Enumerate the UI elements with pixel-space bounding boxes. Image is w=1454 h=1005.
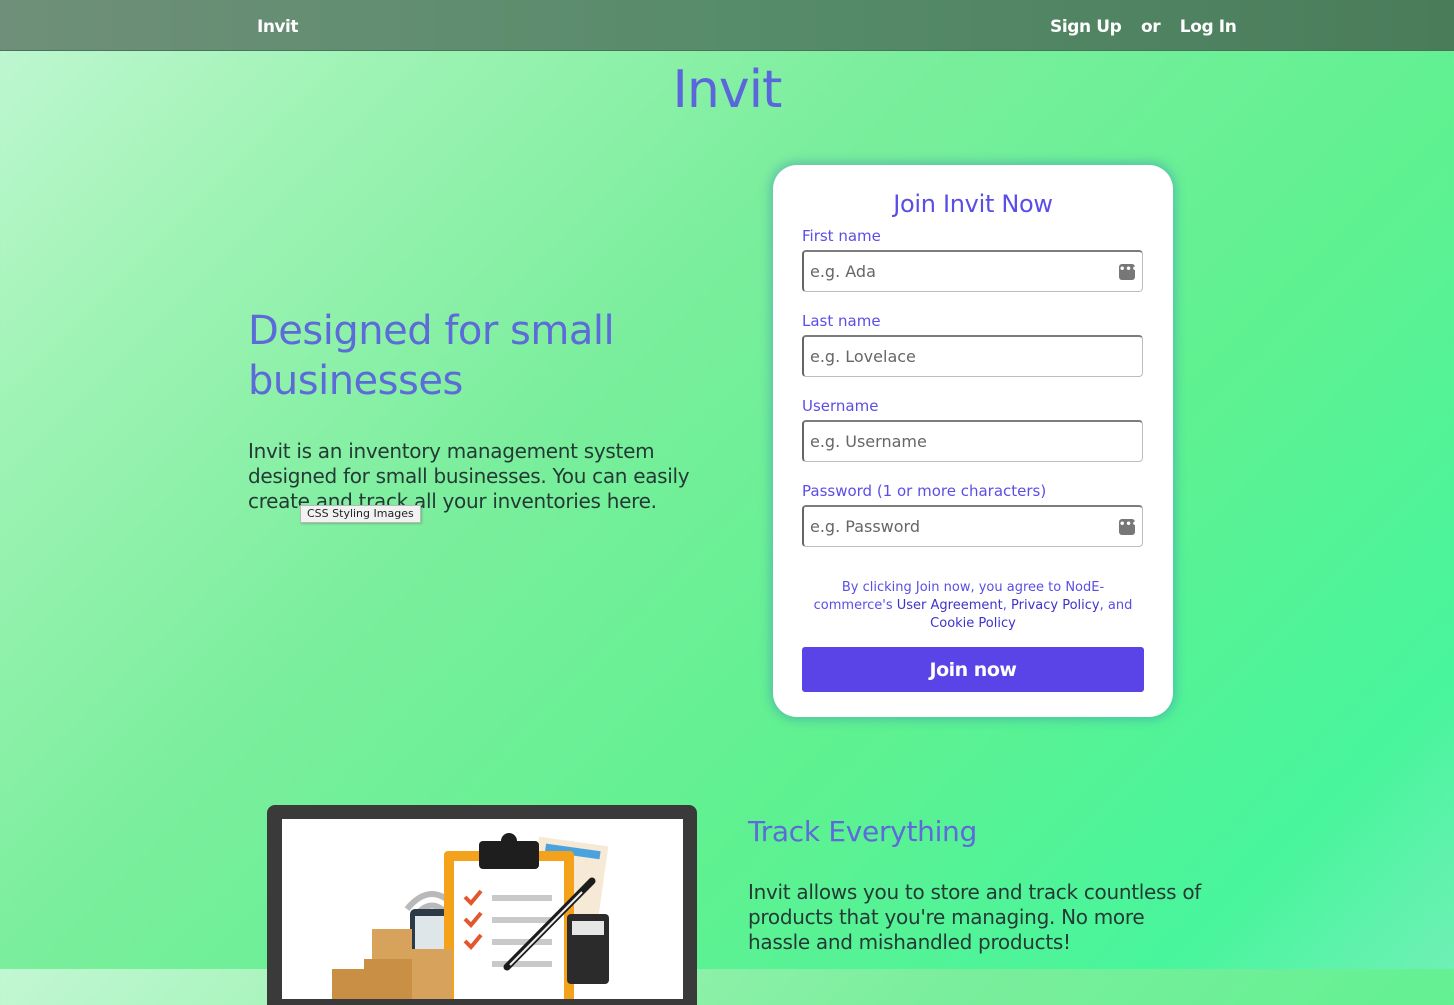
username-label: Username [802,397,879,415]
feature-title: Track Everything [748,815,977,848]
password-label: Password (1 or more characters) [802,482,1047,500]
nav-or-text: or [1140,17,1161,37]
signup-card-title: Join Invit Now [893,190,1053,218]
first-name-label: First name [802,227,881,245]
password-manager-icon[interactable]: ••• [1119,264,1138,280]
log-in-link[interactable]: Log In [1180,17,1237,37]
page-title: Invit [672,60,783,120]
clipboard-illustration-icon [332,833,609,999]
terms-text: By clicking Join now, you agree to NodE-… [813,580,1133,631]
laptop-illustration [267,805,697,1005]
password-input[interactable] [802,505,1143,547]
username-input[interactable] [802,420,1143,462]
top-navbar: Invit Sign Up or Log In [0,0,1454,51]
tooltip: CSS Styling Images [300,505,421,523]
cookie-policy-link[interactable]: Cookie Policy [930,616,1016,631]
nav-auth-links: Sign Up or Log In [1050,17,1250,37]
signup-card: Join Invit Now First name ••• Last name … [773,165,1173,717]
inventory-illustration [282,819,683,999]
user-agreement-link[interactable]: User Agreement [897,598,1003,613]
sign-up-link[interactable]: Sign Up [1050,17,1122,37]
privacy-policy-link[interactable]: Privacy Policy [1011,598,1100,613]
last-name-label: Last name [802,312,881,330]
feature-text: Invit allows you to store and track coun… [748,880,1201,954]
nav-brand-link[interactable]: Invit [257,17,298,37]
join-now-button[interactable]: Join now [802,647,1144,692]
terms-and: and [1107,598,1133,613]
password-manager-icon[interactable]: ••• [1119,519,1138,535]
last-name-input[interactable] [802,335,1143,377]
first-name-input[interactable] [802,250,1143,292]
intro-heading: Designed for small businesses [248,308,615,404]
intro-text: Invit is an inventory management system … [248,439,690,513]
